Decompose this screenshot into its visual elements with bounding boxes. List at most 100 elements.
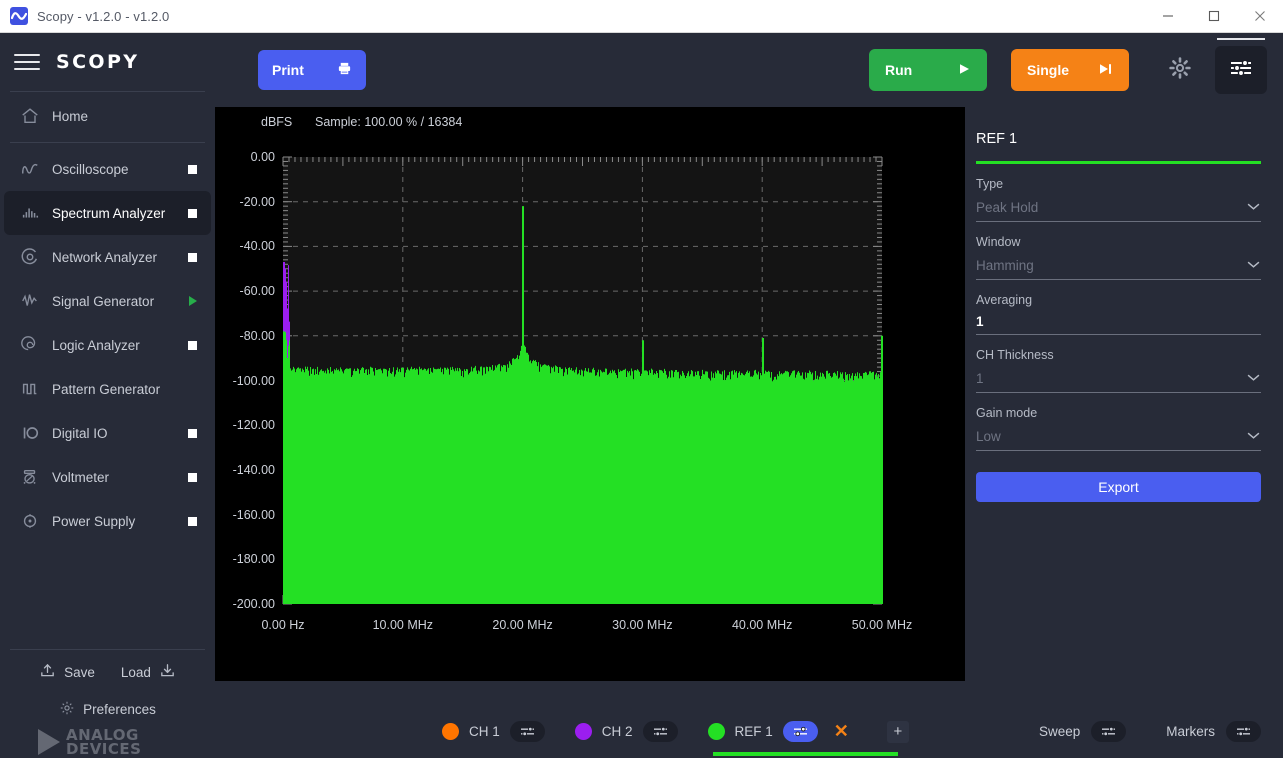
y-tick-label: -80.00 <box>239 328 275 343</box>
x-tick-label: 40.00 MHz <box>731 618 793 632</box>
chevron-down-icon <box>1246 198 1261 216</box>
channel-settings-button[interactable] <box>782 721 818 742</box>
field-gain-mode-control[interactable]: Low <box>976 427 1261 451</box>
pattern-generator-icon <box>20 379 48 399</box>
maximize-button[interactable] <box>1191 0 1237 32</box>
channel-settings-button[interactable] <box>509 721 545 742</box>
field-window-control[interactable]: Hamming <box>976 256 1261 280</box>
x-tick-label: 10.00 MHz <box>372 618 434 632</box>
step-forward-icon <box>1098 62 1113 79</box>
y-tick-label: -20.00 <box>239 194 275 209</box>
y-tick-label: -160.00 <box>232 507 275 522</box>
channel-settings-button[interactable] <box>642 721 678 742</box>
sweep-settings-button[interactable] <box>1091 721 1127 742</box>
preferences-button[interactable]: Preferences <box>0 694 215 724</box>
network-analyzer-icon <box>20 247 48 267</box>
sidebar-item-label: Home <box>52 108 89 124</box>
y-tick-label: -100.00 <box>232 373 275 388</box>
field-type-control[interactable]: Peak Hold <box>976 198 1261 222</box>
sweep-label: Sweep <box>1038 724 1081 739</box>
status-square-icon <box>188 516 197 526</box>
channel-color-dot <box>574 723 592 740</box>
app-icon <box>10 7 28 25</box>
sidebar-item-label: Power Supply <box>52 513 136 529</box>
field-type: Type Peak Hold <box>976 177 1261 222</box>
field-value: Hamming <box>976 257 1034 273</box>
minimize-button[interactable] <box>1145 0 1191 32</box>
app-shell: SCOPY Home Oscilloscope Spectrum Analyzer N… <box>0 33 1283 757</box>
print-button[interactable]: Print <box>258 50 366 90</box>
plot-wrapper: dBFS Sample: 100.00 % / 16384 0.00 -20.00… <box>215 107 965 707</box>
field-ch-thickness: CH Thickness 1 <box>976 348 1261 393</box>
channel-label: CH 2 <box>601 724 633 739</box>
printer-icon <box>337 61 352 79</box>
channel-ref-1[interactable]: REF 1 ✕ <box>707 721 849 742</box>
sidebar-item-power-supply[interactable]: Power Supply <box>4 499 211 543</box>
field-label: CH Thickness <box>976 348 1054 362</box>
field-value: Low <box>976 428 1001 444</box>
field-averaging-control[interactable]: 1 <box>976 314 1261 335</box>
channel-ch-1[interactable]: CH 1 <box>442 721 545 742</box>
field-averaging: Averaging 1 <box>976 293 1261 335</box>
sidebar-item-network-analyzer[interactable]: Network Analyzer <box>4 235 211 279</box>
markers-settings-button[interactable] <box>1226 721 1261 742</box>
status-square-icon <box>188 340 197 350</box>
sidebar-item-voltmeter[interactable]: Voltmeter <box>4 455 211 499</box>
sidebar-item-oscilloscope[interactable]: Oscilloscope <box>4 147 211 191</box>
channel-ch-2[interactable]: CH 2 <box>574 721 678 742</box>
chevron-down-icon <box>1246 427 1261 445</box>
single-button[interactable]: Single <box>1011 49 1129 91</box>
field-gain-mode: Gain mode Low <box>976 406 1261 451</box>
save-button[interactable]: Save <box>39 662 95 682</box>
logo-triangle-icon <box>38 729 60 755</box>
voltmeter-icon <box>20 467 48 487</box>
content-area: dBFS Sample: 100.00 % / 16384 0.00 -20.00… <box>215 107 1283 707</box>
spectrum-plot[interactable]: dBFS Sample: 100.00 % / 16384 0.00 -20.00… <box>215 107 965 681</box>
power-supply-icon <box>20 511 48 531</box>
sidebar-item-pattern-generator[interactable]: Pattern Generator <box>4 367 211 411</box>
upload-icon <box>39 662 56 682</box>
close-button[interactable] <box>1237 0 1283 32</box>
run-button[interactable]: Run <box>869 49 987 91</box>
chevron-down-icon <box>1246 256 1261 274</box>
x-tick-label: 20.00 MHz <box>492 618 553 632</box>
add-channel-button[interactable]: + <box>886 720 909 743</box>
sidebar-item-logic-analyzer[interactable]: Logic Analyzer <box>4 323 211 367</box>
preferences-label: Preferences <box>83 701 156 717</box>
logic-analyzer-icon <box>20 335 48 355</box>
main-area: Print Run Single dBFS Sample: 100.00 % /… <box>215 33 1283 756</box>
save-label: Save <box>64 664 95 680</box>
x-tick-label: 0.00 Hz <box>261 618 305 632</box>
close-icon[interactable]: ✕ <box>834 721 849 742</box>
markers-label: Markers <box>1166 724 1215 739</box>
sidebar-item-spectrum-analyzer[interactable]: Spectrum Analyzer <box>4 191 211 235</box>
sidebar-item-label: Logic Analyzer <box>52 337 140 353</box>
y-axis-unit-label: dBFS <box>261 115 293 129</box>
active-channel-indicator <box>713 752 898 756</box>
sample-info-label: Sample: 100.00 % / 16384 <box>315 115 463 129</box>
sidebar-item-digital-io[interactable]: Digital IO <box>4 411 211 455</box>
sliders-icon <box>1228 57 1254 84</box>
settings-gear-button[interactable] <box>1159 49 1201 91</box>
x-tick-label: 50.00 MHz <box>851 618 913 632</box>
field-ch-thickness-control[interactable]: 1 <box>976 369 1261 393</box>
hamburger-icon[interactable] <box>14 52 40 72</box>
y-tick-label: -60.00 <box>239 284 275 299</box>
run-label: Run <box>885 62 913 78</box>
channel-color-dot <box>442 723 459 740</box>
sidebar-item-home[interactable]: Home <box>4 94 211 138</box>
sidebar-item-signal-generator[interactable]: Signal Generator <box>4 279 211 323</box>
y-tick-label: -120.00 <box>232 418 275 433</box>
play-icon <box>957 62 971 79</box>
y-tick-label: -140.00 <box>232 462 275 477</box>
field-value: 1 <box>976 370 984 386</box>
export-button[interactable]: Export <box>976 472 1261 502</box>
load-button[interactable]: Load <box>121 662 176 682</box>
sidebar-item-label: Pattern Generator <box>52 381 161 397</box>
status-square-icon <box>188 252 197 262</box>
status-square-icon <box>188 208 197 218</box>
download-icon <box>159 662 176 682</box>
panel-toggle-button[interactable] <box>1215 38 1267 94</box>
x-tick-label: 30.00 MHz <box>612 618 673 632</box>
